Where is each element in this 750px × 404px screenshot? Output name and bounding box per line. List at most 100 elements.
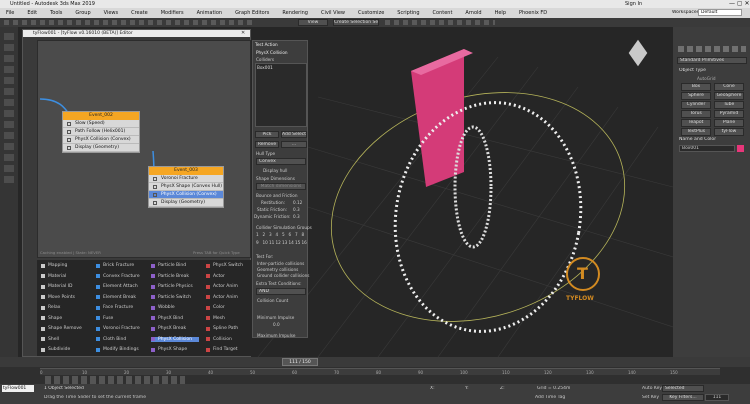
set-key-button[interactable]: Set Key [642,395,659,400]
object-name-field[interactable]: Box001 [679,145,735,152]
timeline-ruler[interactable]: 0 10 20 30 40 50 60 70 80 90 100 110 120 130 140 150 [40,368,720,375]
event-003-header[interactable]: Event_003 [149,167,223,175]
cone-button[interactable]: Cone [714,83,744,91]
palette-item[interactable]: Shape [41,316,62,321]
current-frame-field[interactable]: 111 [705,394,729,401]
menu-arnold[interactable]: Arnold [465,10,481,16]
palette-item[interactable]: Find Target [206,347,238,352]
menu-edit[interactable]: Edit [27,10,37,16]
event-002-node[interactable]: Event_002 Slow (Speed) Path Follow (Heli… [62,111,140,153]
event-003-node[interactable]: Event_003 Voronoi Fracture PhysX Shape (… [148,166,224,208]
more-button[interactable]: ... [281,141,307,148]
simulation-group-cell[interactable]: 12 [276,240,281,245]
maximum-impulse-checkbox[interactable]: Maximum Impulse [257,333,296,338]
collider-item[interactable]: Box001 [257,65,273,70]
hull-type-dropdown[interactable]: Convex [256,158,306,165]
view-dropdown[interactable]: View [298,19,328,26]
selected-dropdown[interactable]: Selected [662,385,704,392]
event-002-header[interactable]: Event_002 [63,112,139,120]
menu-help[interactable]: Help [495,10,506,16]
side-tool-icons[interactable] [4,33,14,183]
name-color-rollout[interactable]: Name and Color [679,137,716,142]
menu-create[interactable]: Create [131,10,148,16]
ground-collisions-checkbox[interactable]: Ground collider collisions [257,273,309,278]
palette-item[interactable]: Brick Fracture [96,263,134,268]
palette-item[interactable]: Fuse [96,316,113,321]
box-button[interactable]: Box [681,83,711,91]
simulation-group-cell[interactable]: 3 [269,232,272,237]
sign-in[interactable]: Sign In [625,1,642,7]
palette-item[interactable]: PhysX Collision [151,336,199,342]
primitives-dropdown[interactable]: Standard Primitives [677,57,747,64]
maxscript-listener-field[interactable]: tyFlow001 [2,385,34,392]
palette-item[interactable]: Relax [41,305,60,310]
simulation-group-cell[interactable]: 16 [302,240,307,245]
geosphere-button[interactable]: GeoSphere [714,92,744,100]
tyflow-button[interactable]: tyFlow [714,128,744,136]
palette-item[interactable]: Collision [206,337,232,342]
add-selected-button[interactable]: Add Selected [281,131,307,138]
selection-set-dropdown[interactable]: Create Selection Se [333,19,379,26]
menu-phoenix[interactable]: Phoenix FD [519,10,547,16]
extra-conditions-dropdown[interactable]: AND [256,288,306,295]
menu-animation[interactable]: Animation [197,10,223,16]
cylinder-button[interactable]: Cylinder [681,101,711,109]
palette-item[interactable]: Element Break [96,295,136,300]
menu-group[interactable]: Group [75,10,90,16]
menu-civil-view[interactable]: Civil View [321,10,345,16]
simulation-group-cell[interactable]: 11 [269,240,274,245]
toolbar-icons[interactable] [4,20,254,25]
create-category-icons[interactable] [678,46,746,52]
palette-item[interactable]: Modify Bindings [96,347,139,352]
autogrid-checkbox[interactable]: AutoGrid [697,76,716,81]
pick-button[interactable]: Pick [255,131,279,138]
palette-item[interactable]: Mapping [41,263,67,268]
operator-display-geometry[interactable]: Display (Geometry) [149,199,223,207]
simulation-group-cell[interactable]: 2 [263,232,266,237]
menu-rendering[interactable]: Rendering [282,10,308,16]
palette-item[interactable]: PhysX Break [151,326,186,331]
simulation-group-cell[interactable]: 1 [256,232,259,237]
playback-toolbar-icons[interactable] [45,376,185,384]
dynamic-friction-value[interactable]: 0.3 [293,214,300,219]
simulation-group-cell[interactable]: 6 [289,232,292,237]
simulation-group-cell[interactable]: 9 [256,240,259,245]
palette-item[interactable]: Convex Fracture [96,274,140,279]
palette-item[interactable]: Actor [206,274,225,279]
simulation-group-cell[interactable]: 8 [302,232,305,237]
palette-item[interactable]: Shape Remove [41,326,82,331]
simulation-group-cell[interactable]: 15 [295,240,300,245]
object-type-rollout[interactable]: Object Type [679,68,706,73]
display-hull-checkbox[interactable]: Display hull [263,168,287,173]
simulation-group-cell[interactable]: 5 [282,232,285,237]
remove-button[interactable]: Remove [255,141,279,148]
flow-canvas[interactable]: Event_002 Slow (Speed) Path Follow (Heli… [37,40,251,258]
palette-item[interactable]: Particle Bind [151,263,186,268]
menu-scripting[interactable]: Scripting [397,10,419,16]
simulation-group-cell[interactable]: 4 [276,232,279,237]
simulation-group-cell[interactable]: 14 [289,240,294,245]
palette-item[interactable]: PhysX Bind [151,316,183,321]
torus-button[interactable]: Torus [681,110,711,118]
menu-content[interactable]: Content [433,10,453,16]
collision-count-checkbox[interactable]: Collision Count [257,298,288,303]
palette-item[interactable]: Mesh [206,316,225,321]
palette-item[interactable]: Wobble [151,305,175,310]
menu-modifiers[interactable]: Modifiers [161,10,184,16]
auto-key-button[interactable]: Auto Key [642,386,662,391]
sphere-button[interactable]: Sphere [681,92,711,100]
minimum-impulse-checkbox[interactable]: Minimum Impulse [257,315,294,320]
palette-item[interactable]: Voronoi Fracture [96,326,140,331]
menu-views[interactable]: Views [104,10,118,16]
simulation-group-cell[interactable]: 13 [282,240,287,245]
menu-file[interactable]: File [6,10,14,16]
object-color-swatch[interactable] [737,145,744,152]
static-friction-value[interactable]: 0.3 [293,207,300,212]
add-time-tag[interactable]: Add Time Tag [535,395,565,400]
palette-item[interactable]: Particle Switch [151,295,191,300]
editor-window-controls[interactable]: ✕ [241,30,245,36]
palette-item[interactable]: Subdivide [41,347,70,352]
workspace-dropdown[interactable]: Default [698,9,742,16]
restitution-value[interactable]: 0.12 [293,200,302,205]
tube-button[interactable]: Tube [714,101,744,109]
